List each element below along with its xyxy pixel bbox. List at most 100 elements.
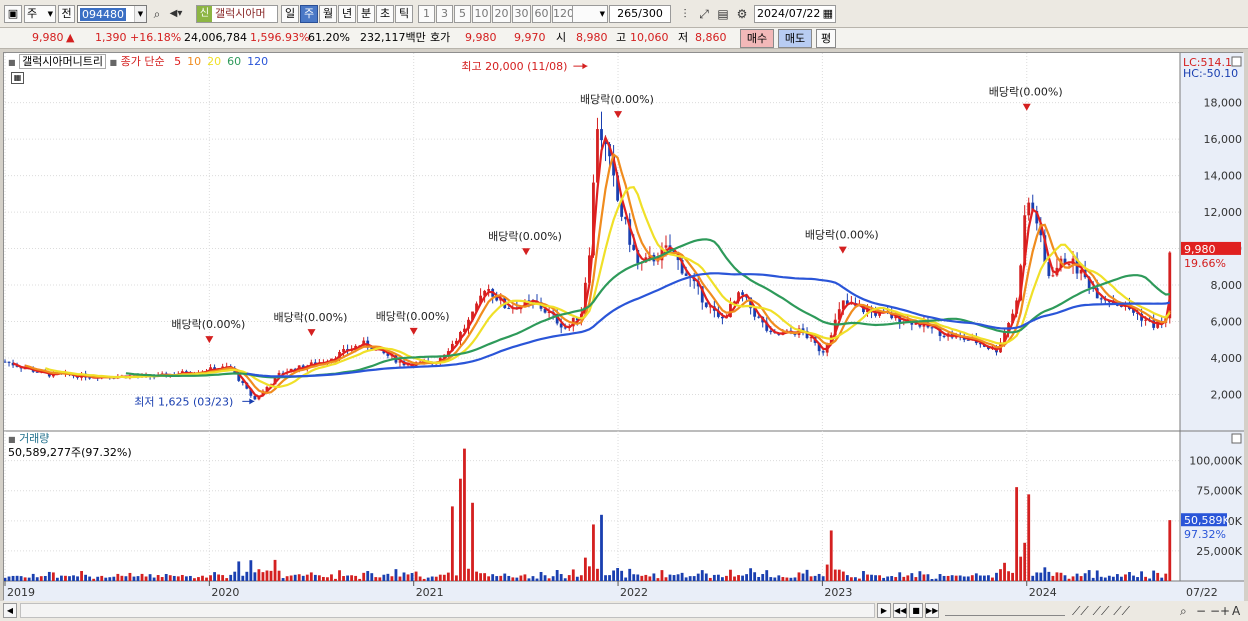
volume-bar — [793, 577, 797, 581]
chevron-down-icon[interactable]: ▼ — [134, 6, 146, 22]
volume-bar — [1019, 556, 1023, 581]
chart-settings-icon[interactable]: ▣ — [4, 5, 22, 23]
table-view-icon[interactable]: ▦ — [11, 72, 24, 84]
sell-button[interactable]: 매도 — [778, 29, 812, 48]
price-tick-label: 6,000 — [1211, 316, 1243, 329]
date-input[interactable]: 2024/07/22 ▦ — [754, 5, 836, 23]
dividend-label: 배당락(0.00%) — [488, 230, 562, 243]
draw-line-icon[interactable]: ⤢ — [695, 5, 713, 23]
volume-bar — [253, 572, 257, 581]
eval-button[interactable]: 평 — [816, 29, 836, 48]
tab-period-3[interactable]: 년 — [338, 5, 356, 23]
chevron-down-icon: ▼ — [599, 10, 605, 18]
ma-legend-10[interactable]: 10 — [187, 55, 201, 68]
calendar-icon[interactable]: ▦ — [823, 6, 833, 22]
interval-20[interactable]: 20 — [492, 5, 511, 23]
volume-bar — [23, 577, 27, 581]
zoom-in-icon[interactable]: + — [1220, 603, 1230, 619]
volume-bar — [1156, 572, 1160, 581]
volume-bar — [910, 573, 914, 581]
ma-legend-20[interactable]: 20 — [207, 55, 221, 68]
tab-period-5[interactable]: 초 — [376, 5, 394, 23]
interval-5[interactable]: 5 — [454, 5, 471, 23]
volume-bar — [84, 574, 88, 581]
ma-line-60 — [125, 238, 1170, 379]
stock-chart[interactable]: 2,0004,0006,0008,00010,00012,00014,00016… — [3, 52, 1244, 601]
tab-period-0[interactable]: 일 — [281, 5, 299, 23]
volume-bar — [160, 577, 164, 581]
sound-icon[interactable]: ◀▾ — [167, 5, 185, 23]
volume-info: 50,589,277주(97.32%) — [8, 446, 132, 459]
volume-bar — [273, 559, 277, 581]
volume-bar — [1103, 577, 1107, 581]
volume-bar — [297, 574, 301, 581]
stop-icon[interactable]: ■ — [909, 603, 923, 618]
ma-legend-5[interactable]: 5 — [174, 55, 181, 68]
volume-bar — [112, 576, 116, 581]
ma-legend-120[interactable]: 120 — [247, 55, 268, 68]
zoom-out-icon[interactable]: − — [1196, 603, 1206, 619]
zoom-reset-icon[interactable]: ⌕ — [1180, 603, 1187, 619]
candle-type-icon[interactable]: ⫶ — [676, 5, 694, 23]
volume-bar — [338, 570, 341, 581]
volume-bar — [821, 576, 825, 581]
interval-30[interactable]: 30 — [512, 5, 531, 23]
tab-period-4[interactable]: 분 — [357, 5, 375, 23]
scroll-track[interactable] — [20, 603, 875, 618]
volume-bar — [974, 573, 978, 581]
volume-bar — [317, 575, 321, 581]
volume-bar — [237, 561, 241, 581]
legend-dot-icon: ■ — [109, 58, 118, 67]
zoom-ruler[interactable] — [945, 605, 1065, 616]
period-select[interactable]: 주 ▼ — [24, 5, 56, 23]
data-count[interactable]: 265/300 — [609, 5, 671, 23]
interval-dropdown[interactable]: ▼ — [572, 5, 608, 23]
save-icon[interactable]: ▤ — [714, 5, 732, 23]
volume-bar — [898, 572, 902, 581]
volume-bar — [136, 576, 140, 581]
search-icon[interactable]: ⌕ — [148, 5, 166, 23]
stock-code-input[interactable]: 094480 ▼ — [77, 5, 147, 23]
volume-bar — [624, 577, 628, 581]
price-change: 1,390 — [95, 31, 127, 44]
interval-60[interactable]: 60 — [532, 5, 551, 23]
gear-icon[interactable]: ⚙ — [733, 5, 751, 23]
volume-bar — [688, 576, 692, 581]
volume-bar — [551, 576, 555, 581]
volume-bar — [507, 575, 511, 581]
time-tick-label: 2024 — [1029, 586, 1057, 599]
interval-120[interactable]: 120 — [552, 5, 574, 23]
candle-body — [721, 316, 724, 319]
dividend-arrow-icon — [1022, 103, 1031, 111]
stock-name-box[interactable]: 신 갤럭시아머 — [196, 5, 278, 23]
candle-body — [664, 245, 668, 248]
high-label: 고 — [616, 31, 627, 44]
volume-bar — [1015, 487, 1019, 581]
tab-period-1[interactable]: 주 — [300, 5, 318, 23]
chart-canvas[interactable]: 2,0004,0006,0008,00010,00012,00014,00016… — [4, 53, 1244, 601]
interval-3[interactable]: 3 — [436, 5, 453, 23]
draw-tools-icon[interactable]: ⟋⟋ ⟋⟋ ⟋⟋ — [1072, 603, 1130, 619]
stock-label[interactable]: 갤럭시아머니트리 — [19, 54, 107, 69]
tab-period-6[interactable]: 틱 — [395, 5, 413, 23]
volume-bar — [156, 575, 160, 581]
volume-bar — [874, 575, 877, 581]
nav-select[interactable]: 전 — [58, 5, 75, 23]
interval-10[interactable]: 10 — [472, 5, 491, 23]
scroll-left-icon[interactable]: ◀ — [3, 603, 17, 618]
volume-bar — [459, 478, 462, 581]
ma-line-5 — [12, 134, 1171, 399]
jump-end-icon[interactable]: ▶▶ — [925, 603, 939, 618]
ma-legend-60[interactable]: 60 — [227, 55, 241, 68]
volume-bar — [1099, 576, 1103, 581]
zoom-bar-icon[interactable]: − — [1210, 603, 1220, 619]
jump-start-icon[interactable]: ◀◀ — [893, 603, 907, 618]
scroll-right-icon[interactable]: ▶ — [877, 603, 891, 618]
volume-bar — [1095, 570, 1099, 581]
volume-bar — [729, 569, 732, 581]
font-size-icon[interactable]: A — [1232, 603, 1240, 619]
buy-button[interactable]: 매수 — [740, 29, 774, 48]
tab-period-2[interactable]: 월 — [319, 5, 337, 23]
interval-1[interactable]: 1 — [418, 5, 435, 23]
volume-bar — [80, 571, 83, 581]
